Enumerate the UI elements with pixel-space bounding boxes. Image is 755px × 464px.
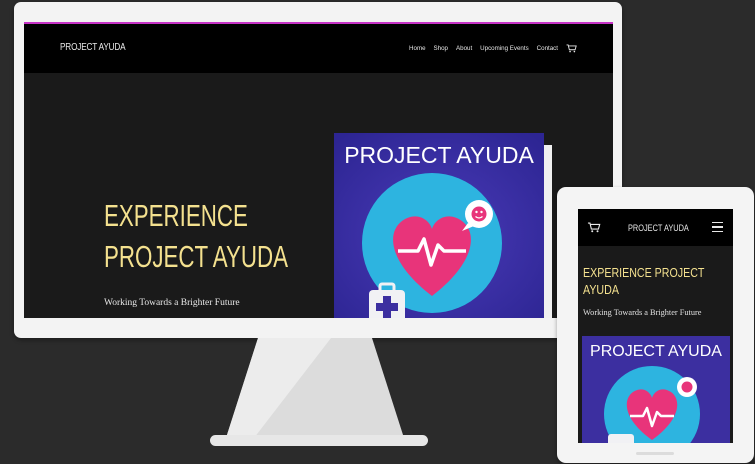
shopping-cart-icon[interactable] [566, 44, 577, 53]
nav-upcoming-events[interactable]: Upcoming Events [480, 45, 529, 52]
desktop-hero-subtitle: Working Towards a Brighter Future [104, 298, 240, 308]
tablet-hero-title: EXPERIENCE PROJECT AYUDA [583, 264, 704, 298]
desktop-brand-logo[interactable]: PROJECT AYUDA [60, 42, 126, 53]
tablet-navbar: PROJECT AYUDA [578, 209, 733, 246]
nav-contact[interactable]: Contact [537, 45, 558, 52]
tablet-home-indicator [636, 452, 674, 455]
tablet-hero-subtitle: Working Towards a Brighter Future [583, 308, 702, 317]
hamburger-menu-icon[interactable] [712, 222, 723, 232]
desktop-navbar: PROJECT AYUDA Home Shop About Upcoming E… [24, 24, 613, 73]
shopping-cart-icon[interactable] [587, 222, 601, 233]
tablet-title-line1: EXPERIENCE PROJECT [583, 265, 705, 280]
tablet-title-line2: AYUDA [583, 282, 619, 297]
tablet-device: PROJECT AYUDA EXPERIENCE PROJECT AYUDA W… [557, 187, 754, 463]
hero-title-line1: EXPERIENCE [104, 198, 248, 233]
desktop-monitor: PROJECT AYUDA Home Shop About Upcoming E… [14, 2, 622, 338]
nav-shop[interactable]: Shop [434, 45, 448, 52]
nav-about[interactable]: About [456, 45, 472, 52]
desktop-art-title: PROJECT AYUDA [344, 142, 534, 168]
art-frame-edge [544, 145, 552, 318]
desktop-hero-title: EXPERIENCE PROJECT AYUDA [104, 195, 288, 277]
monitor-stand [226, 338, 404, 438]
tablet-brand-logo[interactable]: PROJECT AYUDA [628, 223, 689, 233]
nav-home[interactable]: Home [409, 45, 426, 52]
monitor-base [210, 435, 428, 446]
screen-accent-bar [24, 22, 613, 24]
desktop-screen: PROJECT AYUDA Home Shop About Upcoming E… [24, 22, 613, 318]
desktop-hero-artwork: PROJECT AYUDA [334, 133, 544, 318]
speech-bubble-icon [677, 377, 697, 397]
hero-title-line2: PROJECT AYUDA [104, 239, 288, 274]
tablet-screen: PROJECT AYUDA EXPERIENCE PROJECT AYUDA W… [578, 209, 733, 443]
tablet-hero-artwork: PROJECT AYUDA [582, 336, 730, 443]
tablet-art-title: PROJECT AYUDA [590, 343, 722, 360]
first-aid-kit-icon [608, 434, 634, 443]
desktop-nav-links: Home Shop About Upcoming Events Contact [409, 44, 577, 53]
